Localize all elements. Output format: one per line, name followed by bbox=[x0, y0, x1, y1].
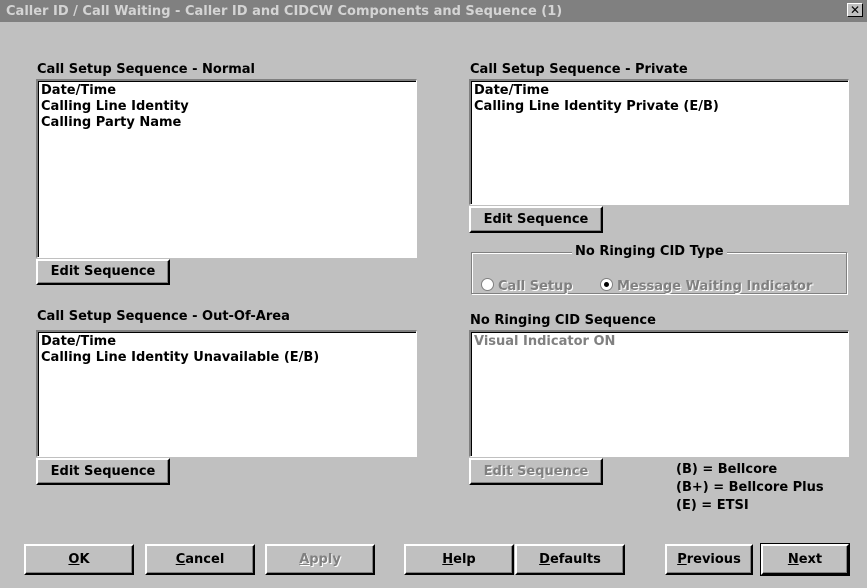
no-ringing-sequence-label: No Ringing CID Sequence bbox=[470, 313, 656, 328]
private-sequence-list[interactable]: Date/Time Calling Line Identity Private … bbox=[469, 79, 849, 205]
apply-button: Apply bbox=[265, 544, 375, 575]
radio-message-waiting-label: Message Waiting Indicator bbox=[617, 279, 813, 294]
ok-button[interactable]: OK bbox=[24, 544, 134, 575]
legend-bellcore: (B) = Bellcore bbox=[676, 462, 778, 477]
out-of-area-sequence-list[interactable]: Date/Time Calling Line Identity Unavaila… bbox=[36, 330, 417, 457]
no-ringing-cid-type-label: No Ringing CID Type bbox=[572, 244, 727, 259]
list-item: Visual Indicator ON bbox=[474, 334, 616, 349]
private-sequence-label: Call Setup Sequence - Private bbox=[470, 62, 688, 77]
out-of-area-sequence-label: Call Setup Sequence - Out-Of-Area bbox=[37, 309, 290, 324]
next-button[interactable]: Next bbox=[760, 543, 850, 576]
out-of-area-edit-sequence-button[interactable]: Edit Sequence bbox=[36, 458, 170, 485]
legend-bellcore-plus: (B+) = Bellcore Plus bbox=[676, 480, 824, 495]
radio-unselected-icon bbox=[481, 278, 494, 291]
help-button[interactable]: Help bbox=[404, 544, 514, 575]
cancel-button[interactable]: Cancel bbox=[145, 544, 255, 575]
legend-etsi: (E) = ETSI bbox=[676, 498, 749, 513]
list-item[interactable]: Calling Line Identity Private (E/B) bbox=[474, 99, 848, 115]
normal-sequence-label: Call Setup Sequence - Normal bbox=[37, 62, 256, 77]
list-item[interactable]: Date/Time bbox=[41, 334, 416, 350]
window-title: Caller ID / Call Waiting - Caller ID and… bbox=[6, 4, 563, 19]
no-ringing-edit-sequence-button: Edit Sequence bbox=[469, 458, 603, 485]
list-item[interactable]: Calling Line Identity bbox=[41, 99, 416, 115]
defaults-button[interactable]: Defaults bbox=[515, 544, 625, 575]
no-ringing-cid-type-group: No Ringing CID Type Call Setup Message W… bbox=[471, 244, 847, 294]
previous-button[interactable]: Previous bbox=[665, 544, 753, 575]
list-item[interactable]: Calling Line Identity Unavailable (E/B) bbox=[41, 350, 416, 366]
radio-selected-icon bbox=[600, 278, 613, 291]
list-item[interactable]: Date/Time bbox=[474, 83, 848, 99]
close-icon[interactable]: ✕ bbox=[847, 3, 863, 17]
normal-edit-sequence-button[interactable]: Edit Sequence bbox=[36, 259, 170, 285]
radio-call-setup-label: Call Setup bbox=[498, 279, 573, 294]
radio-call-setup[interactable]: Call Setup bbox=[481, 278, 573, 294]
list-item[interactable]: Calling Party Name bbox=[41, 115, 416, 131]
radio-message-waiting-indicator[interactable]: Message Waiting Indicator bbox=[600, 278, 812, 294]
private-edit-sequence-button[interactable]: Edit Sequence bbox=[469, 206, 603, 233]
list-item[interactable]: Date/Time bbox=[41, 83, 416, 99]
legend: (B) = Bellcore (B+) = Bellcore Plus (E) … bbox=[676, 461, 824, 515]
title-bar: Caller ID / Call Waiting - Caller ID and… bbox=[0, 0, 867, 22]
no-ringing-sequence-list: Visual Indicator ON bbox=[469, 330, 849, 457]
normal-sequence-list[interactable]: Date/Time Calling Line Identity Calling … bbox=[36, 79, 417, 258]
